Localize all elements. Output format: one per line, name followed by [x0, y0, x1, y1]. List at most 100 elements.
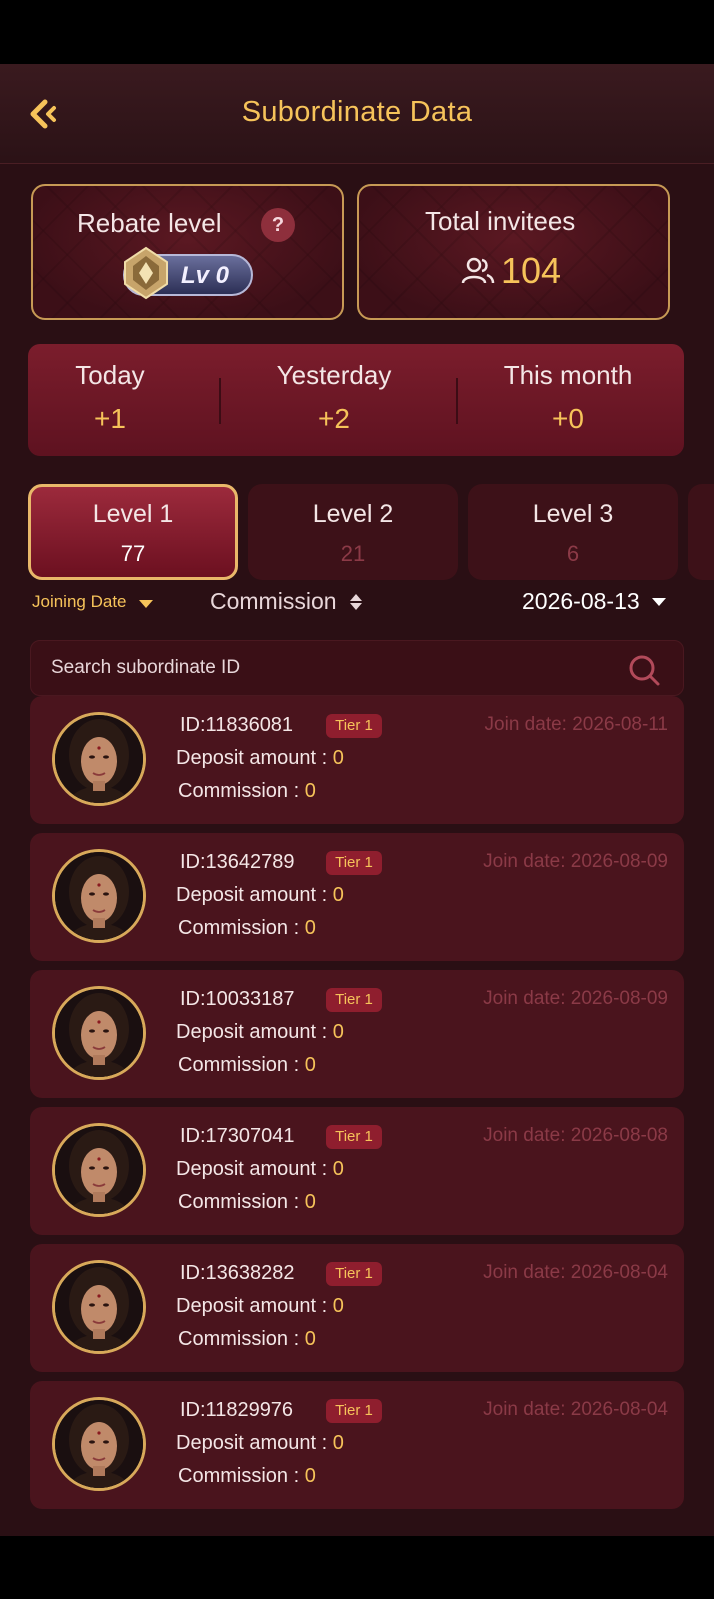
join-date: Join date: 2026-08-08	[483, 1125, 668, 1146]
join-date: Join date: 2026-08-09	[483, 988, 668, 1009]
deposit-line: Deposit amount : 0	[176, 1158, 344, 1181]
deposit-value: 0	[332, 747, 344, 769]
sort-icon	[349, 593, 362, 610]
tab-level-2[interactable]: Level 2 21	[248, 484, 458, 580]
date-filter[interactable]: 2026-08-13	[522, 588, 666, 615]
search-bar	[30, 640, 684, 696]
level-badge-text: Lv 0	[181, 262, 230, 289]
commission-label: Commission :	[178, 780, 305, 802]
deposit-line: Deposit amount : 0	[176, 1295, 344, 1318]
divider	[456, 378, 458, 424]
stat-label: This month	[503, 360, 633, 390]
commission-line: Commission : 0	[178, 1465, 316, 1488]
total-invitees-count: 104	[501, 250, 562, 291]
avatar	[52, 1397, 146, 1491]
tier-badge: Tier 1	[326, 988, 382, 1012]
screen: Subordinate Data Rebate level ? Lv 0 Tot…	[0, 0, 714, 1599]
commission-value: 0	[304, 1328, 316, 1350]
deposit-value: 0	[332, 1158, 344, 1180]
tier-badge: Tier 1	[326, 1125, 382, 1149]
invite-stats: Today +1 Yesterday +2 This month +0	[28, 344, 684, 456]
avatar	[52, 986, 146, 1080]
commission-line: Commission : 0	[178, 1054, 316, 1077]
avatar	[52, 1123, 146, 1217]
deposit-value: 0	[332, 1432, 344, 1454]
stat-label: Yesterday	[276, 360, 392, 390]
avatar	[52, 1260, 146, 1354]
commission-sort[interactable]: Commission	[210, 588, 363, 615]
level-tab-name: Level 3	[532, 500, 614, 528]
commission-value: 0	[304, 1054, 316, 1076]
tab-level-3[interactable]: Level 3 6	[468, 484, 678, 580]
rebate-level-card: Rebate level ? Lv 0	[31, 184, 344, 320]
date-filter-value: 2026-08-13	[522, 588, 640, 614]
deposit-line: Deposit amount : 0	[176, 1432, 344, 1455]
commission-line: Commission : 0	[178, 1328, 316, 1351]
commission-sort-label: Commission	[210, 588, 337, 614]
tier-badge: Tier 1	[326, 851, 382, 875]
stat-today: Today +1	[28, 360, 192, 435]
deposit-line: Deposit amount : 0	[176, 1021, 344, 1044]
avatar-portrait-icon	[55, 852, 143, 940]
search-icon[interactable]	[627, 653, 661, 687]
stat-value: +0	[552, 403, 584, 434]
deposit-label: Deposit amount :	[176, 1021, 333, 1043]
subordinate-id: ID:13638282	[180, 1262, 295, 1284]
tier-badge: Tier 1	[326, 1262, 382, 1286]
subordinate-id: ID:11829976	[180, 1399, 294, 1421]
joining-date-label: Joining Date	[32, 592, 127, 611]
join-date: Join date: 2026-08-11	[484, 714, 668, 735]
subordinate-row[interactable]: ID:13642789 Tier 1 Join date: 2026-08-09…	[30, 833, 684, 961]
subordinate-row[interactable]: ID:13638282 Tier 1 Join date: 2026-08-04…	[30, 1244, 684, 1372]
avatar-portrait-icon	[55, 1263, 143, 1351]
subordinate-id: ID:11836081	[180, 714, 294, 736]
avatar-portrait-icon	[55, 1126, 143, 1214]
subordinate-row[interactable]: ID:17307041 Tier 1 Join date: 2026-08-08…	[30, 1107, 684, 1235]
commission-value: 0	[304, 1465, 316, 1487]
commission-label: Commission :	[178, 917, 305, 939]
page-title: Subordinate Data	[241, 96, 473, 128]
join-date: Join date: 2026-08-04	[483, 1399, 668, 1420]
subordinate-id: ID:13642789	[180, 851, 295, 873]
stat-yesterday: Yesterday +2	[252, 360, 416, 435]
deposit-value: 0	[332, 1021, 344, 1043]
subordinate-row[interactable]: ID:11829976 Tier 1 Join date: 2026-08-04…	[30, 1381, 684, 1509]
stat-value: +1	[94, 403, 126, 434]
join-date: Join date: 2026-08-09	[483, 851, 668, 872]
deposit-line: Deposit amount : 0	[176, 884, 344, 907]
subordinate-row[interactable]: ID:11836081 Tier 1 Join date: 2026-08-11…	[30, 696, 684, 824]
help-icon[interactable]: ?	[261, 208, 295, 242]
deposit-label: Deposit amount :	[176, 747, 333, 769]
commission-label: Commission :	[178, 1054, 305, 1076]
commission-line: Commission : 0	[178, 917, 316, 940]
level-tab-name: Level 2	[312, 500, 394, 528]
subordinate-id: ID:10033187	[180, 988, 295, 1010]
rebate-level-label: Rebate level	[77, 208, 222, 238]
header: Subordinate Data	[0, 64, 714, 164]
stat-label: Today	[75, 360, 145, 390]
tier-badge: Tier 1	[326, 714, 382, 738]
stat-this-month: This month +0	[476, 360, 660, 435]
commission-label: Commission :	[178, 1191, 305, 1213]
total-invitees-card: Total invitees 104	[357, 184, 670, 320]
tab-level-more[interactable]	[688, 484, 714, 580]
level-emblem-icon	[124, 246, 168, 300]
avatar-portrait-icon	[55, 989, 143, 1077]
avatar-portrait-icon	[55, 715, 143, 803]
subordinate-row[interactable]: ID:10033187 Tier 1 Join date: 2026-08-09…	[30, 970, 684, 1098]
total-invitees-label: Total invitees	[425, 206, 576, 236]
joining-date-filter[interactable]: Joining Date	[32, 592, 153, 612]
app: Subordinate Data Rebate level ? Lv 0 Tot…	[0, 64, 714, 1536]
commission-label: Commission :	[178, 1465, 305, 1487]
deposit-value: 0	[332, 884, 344, 906]
commission-value: 0	[304, 780, 316, 802]
users-icon	[461, 257, 495, 284]
search-input[interactable]	[51, 641, 611, 695]
avatar	[52, 849, 146, 943]
commission-line: Commission : 0	[178, 780, 316, 803]
tab-level-1[interactable]: Level 1 77	[28, 484, 238, 580]
chevron-down-icon	[651, 597, 666, 606]
commission-line: Commission : 0	[178, 1191, 316, 1214]
commission-value: 0	[304, 917, 316, 939]
chevron-down-icon	[138, 599, 153, 608]
